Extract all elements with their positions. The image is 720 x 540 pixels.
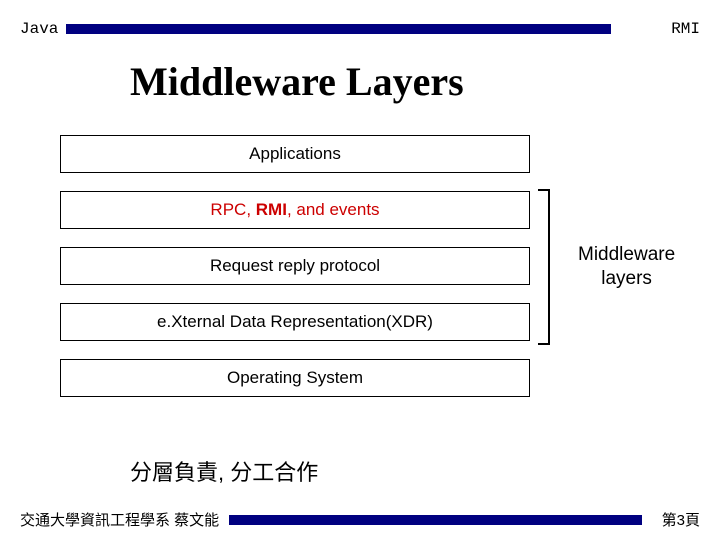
header-left-text: Java <box>20 20 58 38</box>
layer-applications-label: Applications <box>249 144 341 164</box>
layer-request-reply-label: Request reply protocol <box>210 256 380 276</box>
footer-author: 交通大學資訊工程學系 蔡文能 <box>20 509 219 530</box>
slide-header: Java RMI <box>0 0 720 38</box>
layer-os-label: Operating System <box>227 368 363 388</box>
layer-applications: Applications <box>60 135 530 173</box>
middleware-bracket-label: Middleware layers <box>578 243 675 291</box>
layer-xdr-label: e.Xternal Data Representation(XDR) <box>157 312 433 332</box>
layer-request-reply: Request reply protocol <box>60 247 530 285</box>
middleware-bracket <box>538 189 550 345</box>
slide-caption: 分層負責, 分工合作 <box>130 455 720 487</box>
page-title: Middleware Layers <box>130 58 720 105</box>
slide-footer: 交通大學資訊工程學系 蔡文能 第3頁 <box>0 509 720 530</box>
middleware-diagram: Applications RPC, RMI, and events Reques… <box>50 135 690 415</box>
layer-xdr: e.Xternal Data Representation(XDR) <box>60 303 530 341</box>
layer-operating-system: Operating System <box>60 359 530 397</box>
footer-bar <box>229 515 641 525</box>
footer-page-number: 第3頁 <box>662 509 700 530</box>
layer-rpc-label: RPC, RMI, and events <box>210 200 379 220</box>
header-right-text: RMI <box>671 20 700 38</box>
layer-rpc-rmi-events: RPC, RMI, and events <box>60 191 530 229</box>
header-bar <box>66 24 611 34</box>
